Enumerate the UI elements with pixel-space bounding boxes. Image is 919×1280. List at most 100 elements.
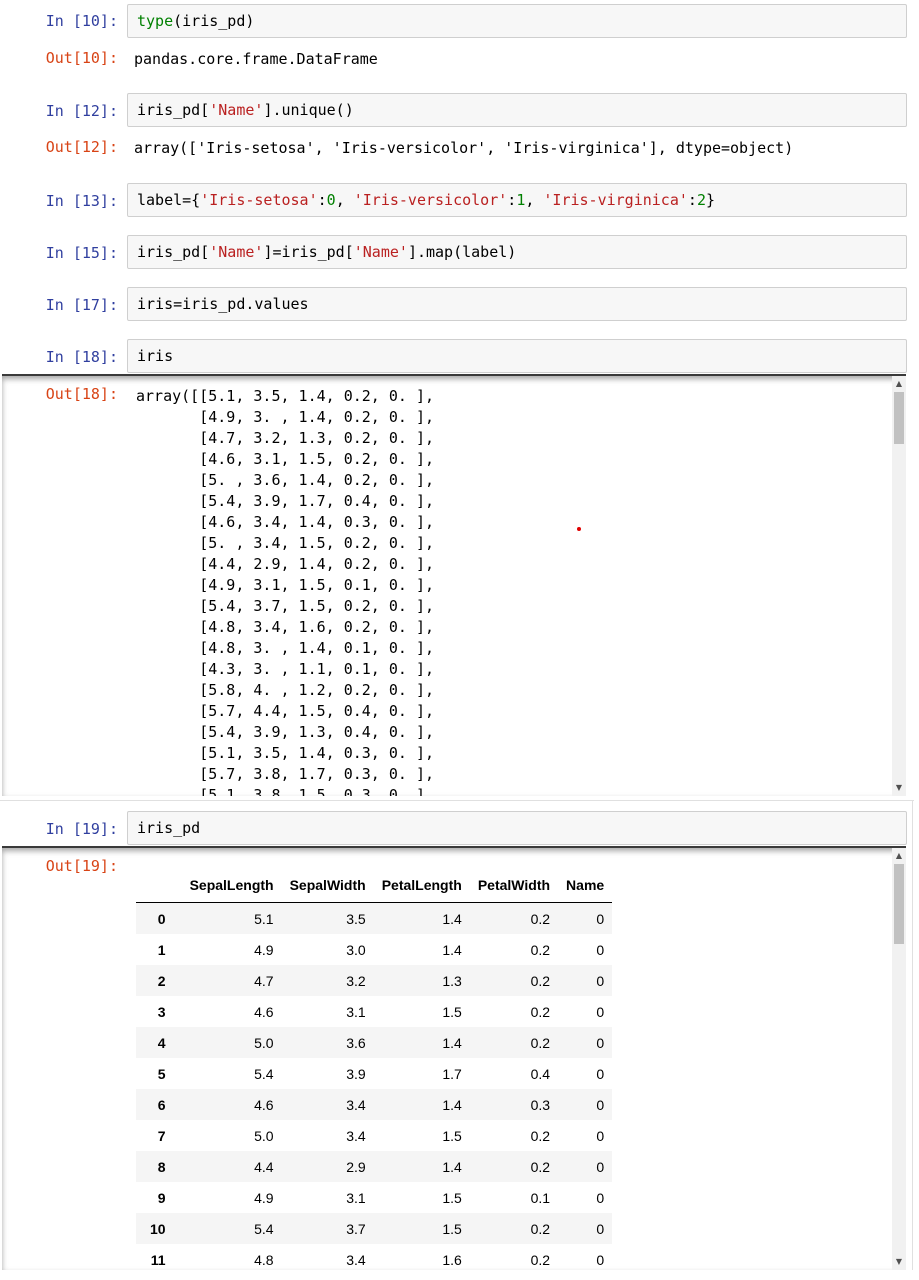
table-row: 8 4.4 2.9 1.4 0.2 0 (136, 1151, 613, 1182)
code-token: : (687, 191, 697, 209)
table-row: 2 4.7 3.2 1.3 0.2 0 (136, 965, 613, 996)
table-row: 10 5.4 3.7 1.5 0.2 0 (136, 1213, 613, 1244)
code-input-12[interactable]: iris_pd['Name'].unique() (127, 93, 907, 127)
table-cell: 0.2 (530, 1127, 551, 1144)
array-line: [4.6, 3.1, 1.5, 0.2, 0. ], (136, 450, 435, 468)
code-input-10[interactable]: type(iris_pd) (127, 4, 907, 38)
array-line: [5.4, 3.9, 1.3, 0.4, 0. ], (136, 723, 435, 741)
table-cell: 0.2 (530, 1034, 551, 1051)
out-prompt-18: Out[18]: (45, 385, 118, 403)
array-line: [4.3, 3. , 1.1, 0.1, 0. ], (136, 660, 435, 678)
table-cell: 3.9 (346, 1065, 366, 1082)
code-token: : (507, 191, 517, 209)
code-token: iris_pd[ (137, 101, 210, 119)
table-cell: 0 (596, 941, 605, 958)
array-line: [4.9, 3. , 1.4, 0.2, 0. ], (136, 408, 435, 426)
table-row: 3 4.6 3.1 1.5 0.2 0 (136, 996, 612, 1027)
row-index: 2 (157, 972, 166, 989)
table-cell: 1.4 (442, 1096, 462, 1113)
table-cell: 3.0 (346, 941, 366, 958)
table-cell: 0 (596, 910, 605, 927)
table-cell: 0 (596, 1034, 605, 1051)
code-input-19[interactable]: iris_pd (127, 811, 907, 845)
row-index: 4 (157, 1034, 166, 1051)
table-cell: 1.4 (442, 1158, 462, 1175)
table-row: 4 5.0 3.6 1.4 0.2 0 (136, 1027, 613, 1058)
table-cell: 4.6 (254, 1096, 274, 1113)
array-line: [4.6, 3.4, 1.4, 0.3, 0. ], (136, 513, 435, 531)
table-cell: 5.0 (254, 1127, 274, 1144)
column-header: SepalLength (181, 868, 282, 903)
in-prompt-19: In [19]: (45, 820, 118, 838)
array-line: array([[5.1, 3.5, 1.4, 0.2, 0. ], (136, 387, 435, 405)
table-cell: 4.4 (254, 1158, 274, 1175)
row-index: 1 (157, 941, 166, 958)
cell-divider (0, 800, 914, 801)
array-line: [4.4, 2.9, 1.4, 0.2, 0. ], (136, 555, 435, 573)
code-input-18[interactable]: iris (127, 339, 907, 373)
vertical-scrollbar[interactable]: ▲ ▼ (892, 848, 906, 1270)
array-output: array([[5.1, 3.5, 1.4, 0.2, 0. ], [4.9, … (136, 386, 434, 796)
scroll-up-arrow-icon[interactable]: ▲ (892, 378, 906, 390)
table-cell: 1.4 (442, 910, 462, 927)
table-cell: 1.4 (442, 941, 462, 958)
in-prompt-15: In [15]: (45, 244, 118, 262)
column-header: SepalWidth (281, 868, 374, 903)
code-token: ].unique() (263, 101, 354, 119)
table-cell: 1.6 (442, 1251, 462, 1268)
scrollbar-thumb[interactable] (894, 392, 904, 444)
output-scroll-area-18[interactable]: Out[18]: array([[5.1, 3.5, 1.4, 0.2, 0. … (2, 374, 906, 796)
scrollbar-thumb[interactable] (894, 864, 904, 944)
table-cell: 0.2 (530, 1158, 551, 1175)
array-line: [5.8, 4. , 1.2, 0.2, 0. ], (136, 681, 435, 699)
table-cell: 1.7 (442, 1065, 462, 1082)
code-token: : (317, 191, 327, 209)
code-number: 0 (326, 191, 336, 209)
code-token: type (137, 12, 174, 30)
vertical-scrollbar[interactable]: ▲ ▼ (892, 376, 906, 796)
table-cell: 0.4 (530, 1065, 551, 1082)
table-cell: 3.5 (346, 910, 366, 927)
code-token: iris (137, 347, 174, 365)
array-line: [4.8, 3. , 1.4, 0.1, 0. ], (136, 639, 435, 657)
table-cell: 0 (596, 1127, 605, 1144)
table-cell: 4.9 (254, 941, 274, 958)
output-10: pandas.core.frame.DataFrame (134, 50, 378, 68)
code-number: 2 (696, 191, 706, 209)
table-cell: 0 (596, 1220, 605, 1237)
table-header-row: SepalLength SepalWidth PetalLength PetalWid… (136, 868, 613, 903)
in-prompt-13: In [13]: (45, 192, 118, 210)
table-row: 6 4.6 3.4 1.4 0.3 0 (136, 1089, 613, 1120)
table-cell: 3.1 (346, 1003, 366, 1020)
table-cell: 0 (596, 972, 605, 989)
array-line: [4.9, 3.1, 1.5, 0.1, 0. ], (136, 576, 435, 594)
scroll-down-arrow-icon[interactable]: ▼ (892, 782, 906, 794)
row-index: 8 (157, 1158, 166, 1175)
table-cell: 0 (596, 1189, 605, 1206)
scroll-up-arrow-icon[interactable]: ▲ (892, 850, 906, 862)
table-cell: 2.9 (346, 1158, 366, 1175)
scroll-down-arrow-icon[interactable]: ▼ (892, 1256, 906, 1268)
code-input-17[interactable]: iris=iris_pd.values (127, 287, 907, 321)
code-input-13[interactable]: label={'Iris-setosa':0, 'Iris-versicolor… (127, 183, 907, 217)
table-cell: 0 (596, 1096, 605, 1113)
table-cell: 4.9 (254, 1189, 274, 1206)
code-input-15[interactable]: iris_pd['Name']=iris_pd['Name'].map(labe… (127, 235, 907, 269)
table-cell: 5.1 (254, 910, 274, 927)
index-header (136, 868, 182, 903)
table-cell: 0.2 (530, 1251, 551, 1268)
code-token: label={ (137, 191, 201, 209)
column-header: PetalLength (373, 868, 470, 903)
array-line: [5.4, 3.7, 1.5, 0.2, 0. ], (136, 597, 435, 615)
table-cell: 0 (596, 1065, 605, 1082)
code-token: ]=iris_pd[ (263, 243, 354, 261)
output-scroll-area-19[interactable]: Out[19]: SepalLength SepalWidth PetalLengt… (2, 846, 906, 1270)
row-index: 0 (157, 910, 166, 927)
in-prompt-18: In [18]: (45, 348, 118, 366)
row-index: 5 (157, 1065, 166, 1082)
cursor-dot (577, 527, 581, 531)
array-line: [5.4, 3.9, 1.7, 0.4, 0. ], (136, 492, 435, 510)
row-index: 11 (150, 1251, 166, 1268)
table-cell: 5.0 (254, 1034, 274, 1051)
table-cell: 1.5 (442, 1189, 462, 1206)
